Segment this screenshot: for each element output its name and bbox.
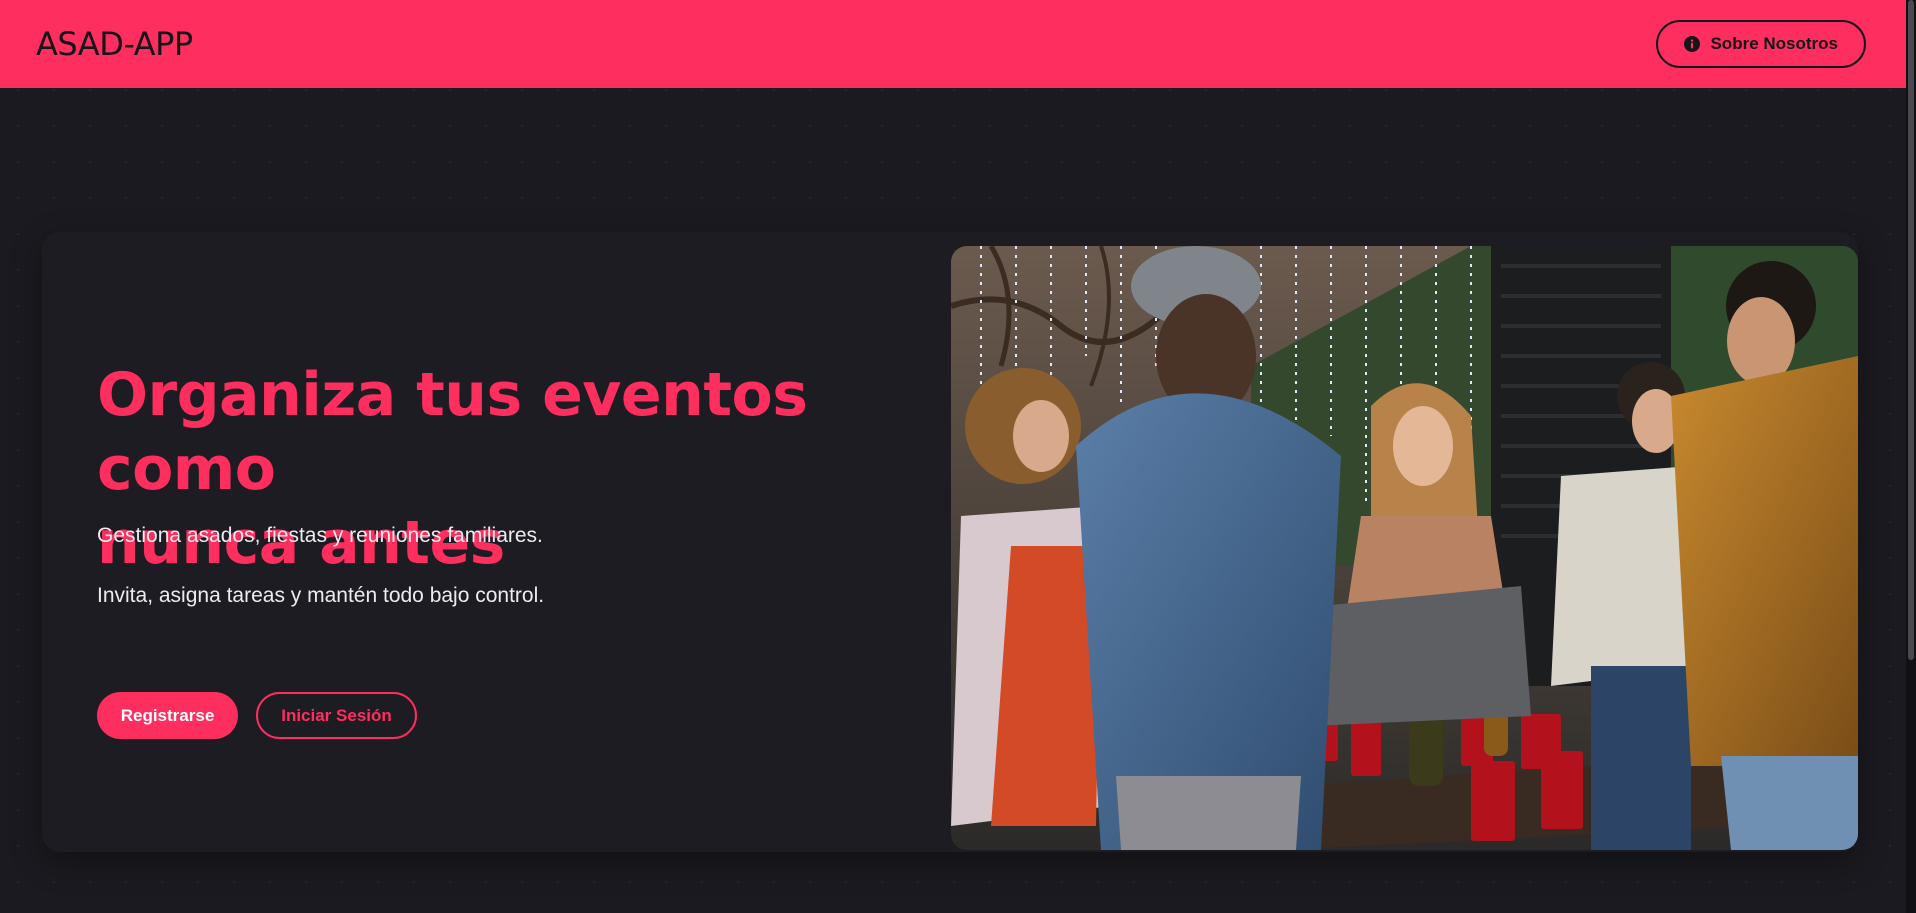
register-button[interactable]: Registrarse (97, 692, 238, 739)
hero-photo (951, 246, 1858, 850)
hero-subtitle-1: Gestiona asados, fiestas y reuniones fam… (97, 524, 543, 547)
about-us-button[interactable]: Sobre Nosotros (1656, 20, 1866, 68)
page: ASAD-APP Sobre Nosotros Organiza tus eve… (0, 0, 1916, 913)
brand-logo[interactable]: ASAD-APP (36, 25, 193, 63)
scrollbar-thumb[interactable] (1908, 0, 1914, 660)
party-photo-illustration (951, 246, 1858, 850)
info-circle-icon (1684, 36, 1701, 52)
top-navbar: ASAD-APP Sobre Nosotros (0, 0, 1906, 88)
login-button[interactable]: Iniciar Sesión (256, 692, 417, 739)
about-us-label: Sobre Nosotros (1710, 34, 1838, 53)
hero-title-line-1: Organiza tus eventos como (97, 360, 808, 504)
vertical-scrollbar[interactable] (1906, 0, 1916, 913)
hero-subtitle-2: Invita, asigna tareas y mantén todo bajo… (97, 584, 545, 607)
